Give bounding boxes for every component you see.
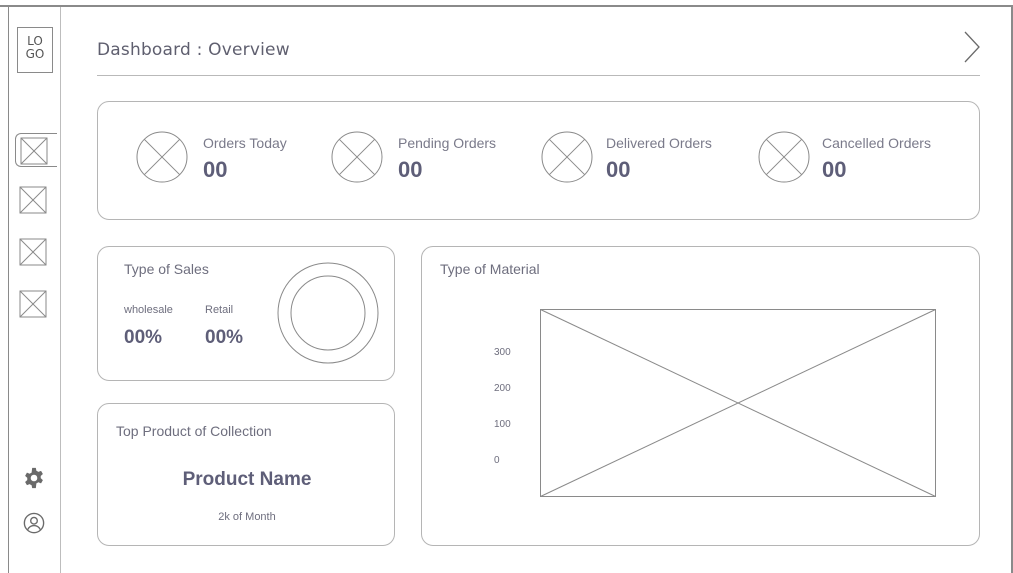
stat-label: Orders Today xyxy=(203,135,287,151)
stats-card: Orders Today 00 Pending Orders 00 Delive… xyxy=(97,101,980,220)
chevron-right-icon[interactable] xyxy=(962,30,982,64)
stat-label: Delivered Orders xyxy=(606,135,712,151)
placeholder-circle-icon xyxy=(331,131,383,183)
stat-label: Pending Orders xyxy=(398,135,497,151)
card-title: Top Product of Collection xyxy=(116,423,272,439)
stat-value: 00 xyxy=(822,157,847,182)
header-divider xyxy=(97,75,980,76)
donut-chart-placeholder xyxy=(277,262,379,364)
y-tick-label: 100 xyxy=(494,419,511,430)
stat-value: 00 xyxy=(398,157,423,182)
user-icon[interactable] xyxy=(23,512,45,534)
sidebar-item-4[interactable] xyxy=(19,290,47,318)
y-tick-label: 300 xyxy=(494,347,511,358)
logo[interactable]: LO GO xyxy=(17,27,53,73)
card-title: Type of Material xyxy=(440,261,540,277)
wholesale-value: 00% xyxy=(124,327,163,348)
stat-value: 00 xyxy=(606,157,631,182)
y-tick-label: 0 xyxy=(494,455,500,466)
card-title: Type of Sales xyxy=(124,261,209,277)
retail-label: Retail xyxy=(205,304,234,316)
placeholder-image-icon xyxy=(19,238,47,266)
retail-value: 00% xyxy=(205,327,244,348)
sidebar: LO GO xyxy=(9,7,61,573)
gear-icon[interactable] xyxy=(23,467,45,489)
chart-placeholder xyxy=(540,309,936,497)
material-card: Type of Material 300 200 100 0 xyxy=(421,246,980,546)
stat-value: 00 xyxy=(203,157,228,182)
top-border xyxy=(0,5,1013,7)
stat-label: Cancelled Orders xyxy=(822,135,931,151)
product-name[interactable]: Product Name xyxy=(98,469,396,491)
sidebar-item-3[interactable] xyxy=(19,238,47,266)
placeholder-circle-icon xyxy=(136,131,188,183)
y-tick-label: 200 xyxy=(494,383,511,394)
placeholder-image-icon xyxy=(20,137,48,165)
placeholder-image-icon xyxy=(19,290,47,318)
product-subtitle: 2k of Month xyxy=(218,511,276,523)
placeholder-image-icon xyxy=(19,186,47,214)
sales-card: Type of Sales wholesale Retail 00% 00% xyxy=(97,246,395,381)
top-product-card: Top Product of Collection Product Name 2… xyxy=(97,403,395,546)
app-frame: LO GO Dashboard: Overview Orders Today … xyxy=(0,0,1013,573)
page-title: Dashboard : Overview xyxy=(97,40,290,60)
placeholder-circle-icon xyxy=(541,131,593,183)
placeholder-circle-icon xyxy=(758,131,810,183)
sidebar-item-2[interactable] xyxy=(19,186,47,214)
wholesale-label: wholesale xyxy=(124,304,173,316)
sidebar-item-1[interactable] xyxy=(15,133,57,167)
logo-line-2: GO xyxy=(25,47,45,61)
